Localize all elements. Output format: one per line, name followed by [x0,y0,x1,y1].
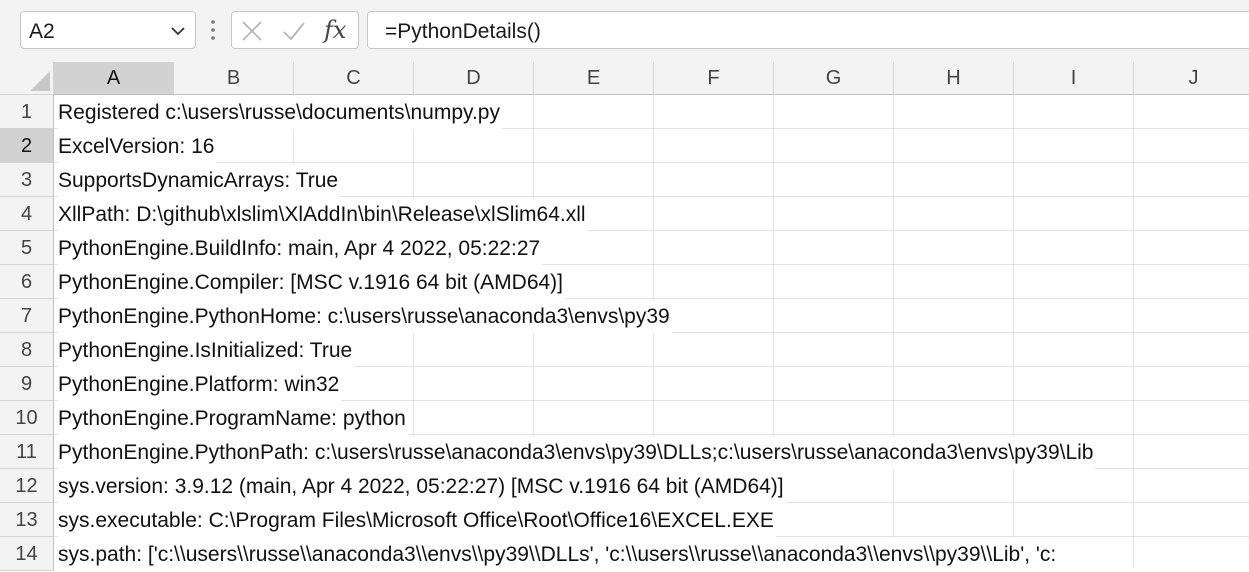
cell-a1[interactable]: Registered c:\users\russe\documents\nump… [58,96,502,130]
cell-a13[interactable]: sys.executable: C:\Program Files\Microso… [58,504,776,538]
cell-a4[interactable]: XllPath: D:\github\xlslim\XlAddIn\bin\Re… [58,198,588,232]
formula-text: =PythonDetails() [385,20,541,43]
row-header[interactable]: 13 [0,503,54,537]
select-all-icon [30,71,50,91]
row-header[interactable]: 10 [0,401,54,435]
formula-actions: fx [231,11,359,49]
formula-bar: A2 fx =PythonDetails() [0,0,1249,62]
column-header-i[interactable]: I [1014,62,1134,95]
cell-a12[interactable]: sys.version: 3.9.12 (main, Apr 4 2022, 0… [58,470,786,504]
row-header[interactable]: 14 [0,537,54,571]
row-header[interactable]: 5 [0,231,54,265]
column-header-c[interactable]: C [294,62,414,95]
cell-a9[interactable]: PythonEngine.Platform: win32 [58,368,342,402]
cell-a8[interactable]: PythonEngine.IsInitialized: True [58,334,355,368]
select-all-button[interactable] [0,62,54,95]
row-header[interactable]: 2 [0,129,54,163]
row-header[interactable]: 9 [0,367,54,401]
row-header[interactable]: 4 [0,197,54,231]
column-header-b[interactable]: B [174,62,294,95]
spreadsheet-grid: ABCDEFGHIJ 1 2 3 4 5 6 7 8 9 10 11 12 13 14 Registere… [0,62,1249,572]
cell-a7[interactable]: PythonEngine.PythonHome: c:\users\russe\… [58,300,672,334]
row-header[interactable]: 6 [0,265,54,299]
chevron-down-icon[interactable] [169,22,187,40]
cancel-icon[interactable] [240,19,264,43]
cell-a2[interactable]: ExcelVersion: 16 [58,130,217,164]
cell-a3[interactable]: SupportsDynamicArrays: True [58,164,341,198]
column-header-e[interactable]: E [534,62,654,95]
column-header-d[interactable]: D [414,62,534,95]
row-header[interactable]: 1 [0,95,54,129]
grip-handle-icon[interactable] [208,18,218,42]
cell-a10[interactable]: PythonEngine.ProgramName: python [58,402,408,436]
row-header[interactable]: 12 [0,469,54,503]
insert-function-icon[interactable]: fx [324,16,346,44]
column-header-f[interactable]: F [654,62,774,95]
enter-check-icon[interactable] [282,19,306,43]
column-header-j[interactable]: J [1134,62,1249,95]
name-box-value: A2 [29,20,55,43]
row-header[interactable]: 11 [0,435,54,469]
row-header[interactable]: 8 [0,333,54,367]
name-box[interactable]: A2 [20,11,196,49]
cell-a11[interactable]: PythonEngine.PythonPath: c:\users\russe\… [58,436,1096,470]
cell-a14[interactable]: sys.path: ['c:\\users\\russe\\anaconda3\… [58,538,1059,572]
row-header[interactable]: 7 [0,299,54,333]
column-header-h[interactable]: H [894,62,1014,95]
row-header[interactable]: 3 [0,163,54,197]
cell-a6[interactable]: PythonEngine.Compiler: [MSC v.1916 64 bi… [58,266,566,300]
column-header-g[interactable]: G [774,62,894,95]
column-header-a[interactable]: A [54,62,174,95]
formula-input[interactable]: =PythonDetails() [367,11,1249,49]
cell-a5[interactable]: PythonEngine.BuildInfo: main, Apr 4 2022… [58,232,543,266]
